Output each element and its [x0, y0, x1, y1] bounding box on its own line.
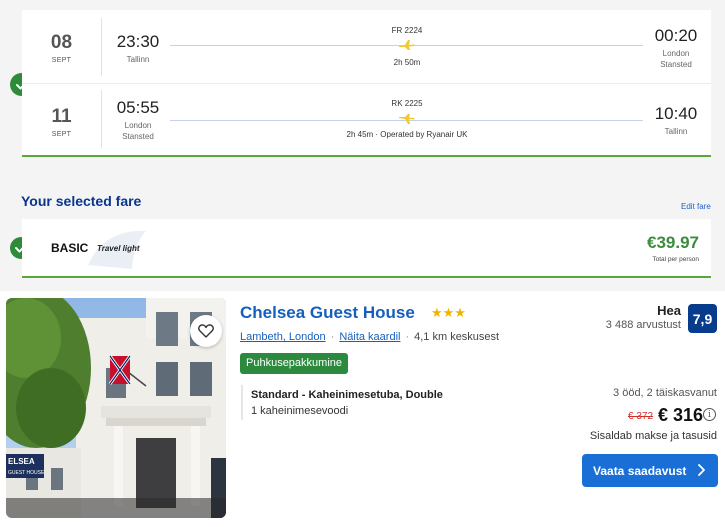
fare-tagline: Travel light	[97, 244, 140, 253]
hotel-name-link[interactable]: Chelsea Guest House	[240, 303, 415, 323]
sign-text: ELSEA	[8, 457, 35, 466]
date-day: 08	[50, 32, 73, 53]
flight-number: FR 2224	[391, 26, 423, 35]
divider	[101, 18, 102, 76]
date-block: 11 SEPT	[22, 106, 101, 138]
fare-per-person: Total per person	[652, 256, 699, 263]
see-availability-button[interactable]: Vaata saadavust	[582, 454, 718, 487]
info-icon[interactable]: i	[703, 408, 716, 421]
current-price: € 316	[658, 405, 704, 425]
flight-duration: 2h 45m · Operated by Ryanair UK	[346, 130, 468, 139]
separator: ·	[405, 331, 410, 343]
edit-fare-link[interactable]: Edit fare	[681, 202, 711, 211]
fare-card: BASIC Travel light €39.97 Total per pers…	[22, 219, 711, 278]
departure-city: Tallinn	[126, 55, 150, 64]
arrival-block: 10:40 Tallinn	[647, 104, 705, 137]
deal-badge: Puhkusepakkumine	[240, 353, 349, 374]
divider	[101, 90, 102, 148]
date-day: 11	[51, 106, 72, 127]
room-type: Standard - Kaheinimesetuba, Double	[251, 389, 443, 401]
bed-type: 1 kaheinimesevoodi	[251, 405, 349, 417]
arrival-block: 00:20 London Stansted	[647, 26, 705, 70]
departure-time: 05:55	[116, 98, 160, 117]
date-block: 08 SEPT	[22, 32, 101, 64]
legs-divider	[22, 83, 711, 84]
fare-name: BASIC	[51, 241, 89, 255]
plane-icon	[399, 40, 415, 50]
cta-label: Vaata saadavust	[593, 463, 687, 478]
arrival-time: 10:40	[654, 104, 698, 123]
star-rating: ★★★	[431, 305, 466, 320]
departure-city: London	[124, 121, 152, 130]
taxes-note: Sisaldab makse ja tasusid	[589, 430, 717, 442]
hotel-card[interactable]: ELSEA GUEST HOUSE Chelsea Guest House ★★…	[0, 291, 725, 527]
arrival-airport: Stansted	[660, 60, 692, 69]
arrival-time: 00:20	[654, 26, 698, 45]
review-count: 3 488 arvustust	[605, 319, 681, 331]
departure-airport: Stansted	[122, 132, 154, 141]
arrival-city: Tallinn	[664, 127, 688, 136]
show-on-map-link[interactable]: Näita kaardil	[339, 331, 400, 343]
room-divider	[241, 385, 243, 420]
flight-number: RK 2225	[391, 99, 423, 108]
flight-leg-outbound: 08 SEPT 23:30 Tallinn FR 2224 2h 50m 00:…	[22, 10, 711, 80]
favorite-button[interactable]	[190, 315, 222, 347]
hotel-photo[interactable]: ELSEA GUEST HOUSE	[6, 298, 226, 518]
date-month: SEPT	[51, 57, 72, 64]
date-month: SEPT	[51, 131, 72, 138]
distance-text: 4,1 km keskusest	[414, 331, 500, 343]
flights-card: 08 SEPT 23:30 Tallinn FR 2224 2h 50m 00:…	[22, 10, 711, 157]
location-line: Lambeth, London · Näita kaardil · 4,1 km kes…	[240, 331, 499, 343]
sign-text: GUEST HOUSE	[8, 470, 45, 476]
arrival-city: London	[662, 49, 690, 58]
separator: ·	[330, 331, 335, 343]
flight-duration: 2h 50m	[393, 58, 421, 67]
plane-icon	[399, 114, 415, 124]
flight-leg-return: 11 SEPT 05:55 London Stansted RK 2225 2h…	[22, 86, 711, 156]
flight-summary-section: 08 SEPT 23:30 Tallinn FR 2224 2h 50m 00:…	[0, 0, 725, 291]
district-link[interactable]: Lambeth, London	[240, 331, 326, 343]
score-badge: 7,9	[688, 304, 717, 333]
rating-label: Hea	[657, 303, 681, 318]
stay-summary: 3 ööd, 2 täiskasvanut	[613, 387, 717, 399]
heart-icon	[198, 324, 214, 338]
departure-block: 23:30 Tallinn	[114, 32, 162, 65]
departure-time: 23:30	[116, 32, 160, 51]
departure-block: 05:55 London Stansted	[114, 98, 162, 142]
fare-price: €39.97	[647, 233, 699, 252]
selected-fare-heading: Your selected fare	[21, 193, 142, 209]
old-price: € 372	[628, 411, 654, 422]
chevron-right-icon	[698, 464, 705, 476]
